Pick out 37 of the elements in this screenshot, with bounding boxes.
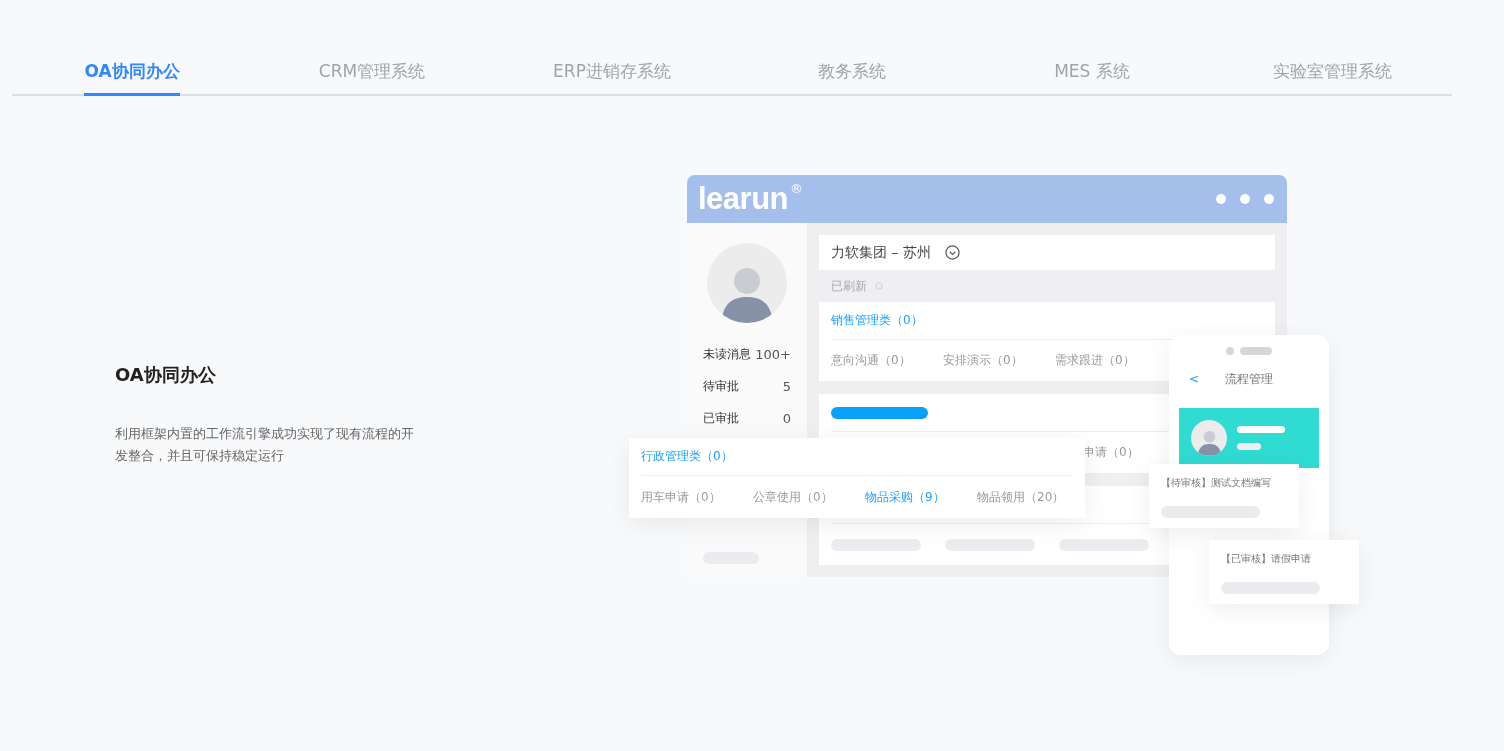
section-description: 利用框架内置的工作流引擎成功实现了现有流程的开发整合，并且可保持稳定运行 <box>115 425 415 465</box>
category-item[interactable]: 物品领用（20） <box>977 488 1089 506</box>
tab[interactable]: 实验室管理系统 <box>1272 52 1392 96</box>
stat-label: 未读消息 <box>703 345 751 363</box>
category-item[interactable]: 需求跟进（0） <box>1055 352 1167 369</box>
category-item[interactable]: 用车申请（0） <box>641 488 753 506</box>
section-title: OA协同办公 <box>115 363 217 387</box>
tab[interactable]: OA协同办公 <box>84 52 180 96</box>
placeholder-bar <box>1237 443 1261 450</box>
category-item[interactable]: 安排演示（0） <box>943 352 1055 369</box>
category-item[interactable]: 公章使用（0） <box>753 488 865 506</box>
refresh-status: 已刷新 <box>831 277 867 295</box>
brand-logo: learun <box>698 181 789 217</box>
task-title: 【已审核】请假申请 <box>1221 552 1312 566</box>
card-title: 行政管理类（0） <box>641 448 733 465</box>
stat-value: 0 <box>782 410 791 426</box>
org-selector[interactable]: 力软集团 – 苏州 <box>819 235 1275 270</box>
category-item[interactable]: 物品采购（9） <box>865 488 977 506</box>
category-item[interactable]: 意向沟通（0） <box>831 352 943 369</box>
stat-value: 5 <box>782 378 791 394</box>
stat-value: 100+ <box>755 346 791 362</box>
registered-mark: ® <box>790 181 804 196</box>
placeholder-bar <box>1237 426 1285 433</box>
tab[interactable]: 教务系统 <box>818 52 886 96</box>
more-dots-icon[interactable] <box>1215 193 1275 205</box>
tab[interactable]: ERP进销存系统 <box>553 52 671 96</box>
phone-title: 流程管理 <box>1224 370 1274 388</box>
task-title: 【待审核】测试文档编写 <box>1161 476 1272 490</box>
stat-label: 已审批 <box>703 409 739 427</box>
stat-label: 待审批 <box>703 377 739 395</box>
tab[interactable]: CRM管理系统 <box>318 52 426 96</box>
back-link[interactable]: < <box>1177 372 1217 386</box>
spinner-icon <box>875 282 883 290</box>
card-title: 销售管理类（0） <box>831 312 923 329</box>
chevron-down-circle-icon <box>944 245 960 260</box>
tab[interactable]: MES 系统 <box>1054 52 1130 96</box>
phone-speaker-icon <box>1226 347 1272 355</box>
